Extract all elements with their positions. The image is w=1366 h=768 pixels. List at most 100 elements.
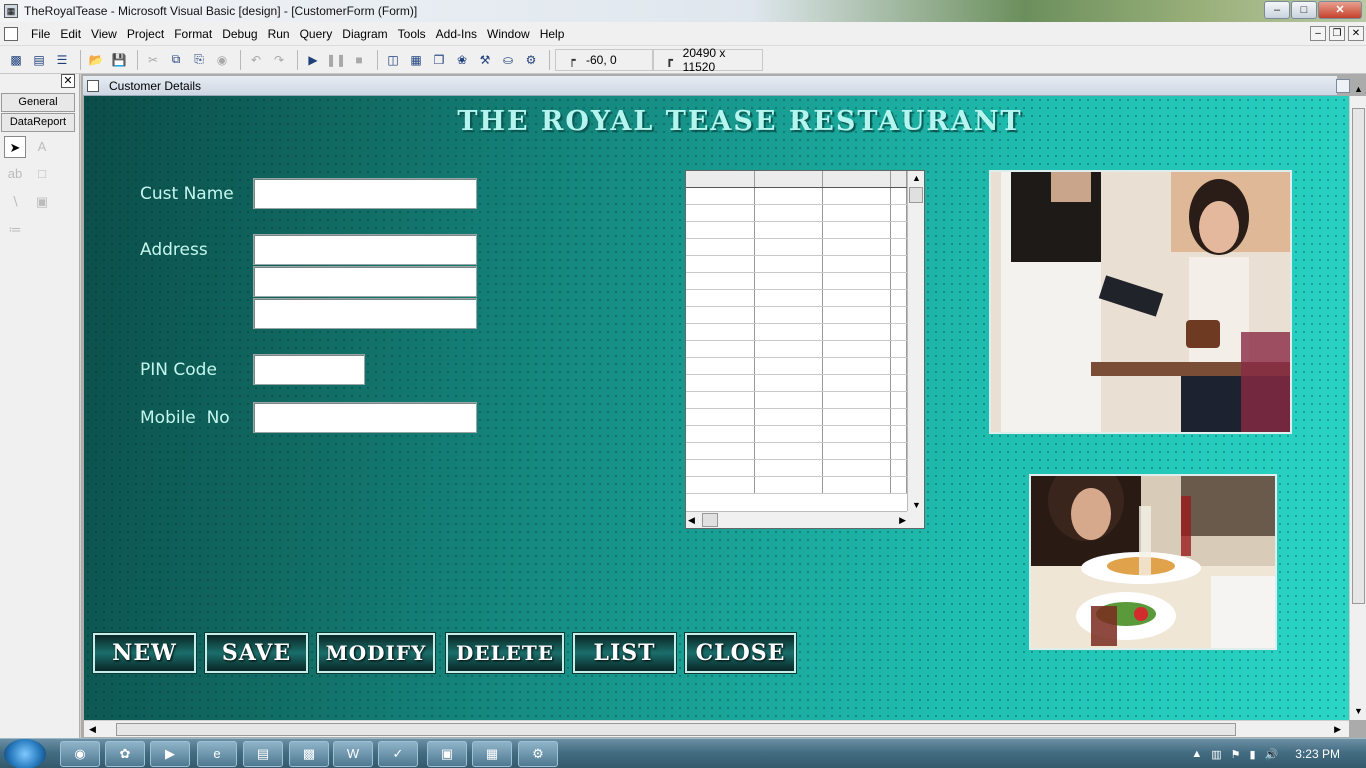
add-form-icon[interactable]: ▤ [29, 50, 49, 70]
explorer-task-icon[interactable]: ▤ [243, 741, 283, 767]
add-project-icon[interactable]: ▩ [6, 50, 26, 70]
copy-icon[interactable]: ⧉ [166, 50, 186, 70]
scroll-left-arrow-icon[interactable]: ◀ [688, 515, 695, 526]
image-tool-icon[interactable]: ▣ [31, 191, 53, 213]
grid-row[interactable] [686, 340, 907, 358]
internet-explorer-task-icon[interactable]: e [197, 741, 237, 767]
grid-row[interactable] [686, 255, 907, 273]
toolbox-tab-datareport[interactable]: DataReport [1, 113, 75, 132]
grid-horizontal-scrollbar[interactable]: ◀ ▶ [686, 511, 908, 528]
scroll-right-arrow-icon[interactable]: ▶ [899, 515, 906, 526]
window-task-icon[interactable]: ▩ [289, 741, 329, 767]
media-player-task-icon[interactable]: ▶ [150, 741, 190, 767]
close-window-button[interactable]: ✕ [1318, 1, 1362, 19]
minimize-button[interactable]: – [1264, 1, 1290, 19]
grid-row[interactable] [686, 238, 907, 256]
mdi-close-button[interactable]: ✕ [1348, 26, 1364, 41]
grid-row[interactable] [686, 306, 907, 324]
form-hscroll-thumb[interactable] [116, 723, 1236, 736]
customer-data-grid[interactable]: ▲ ▼ ◀ ▶ [685, 170, 925, 529]
new-button[interactable]: NEW [92, 632, 197, 674]
form-vscroll-thumb[interactable] [1352, 108, 1365, 604]
clock[interactable]: 3:23 PM [1295, 747, 1340, 761]
maximize-button[interactable]: □ [1291, 1, 1317, 19]
menu-view[interactable]: View [86, 27, 122, 41]
function-tool-icon[interactable]: ≔ [4, 219, 26, 241]
scroll-left-arrow-icon[interactable]: ◀ [89, 724, 96, 735]
address-line1-field[interactable] [253, 234, 477, 265]
menu-format[interactable]: Format [169, 27, 217, 41]
grid-row[interactable] [686, 476, 907, 494]
pointer-tool-icon[interactable]: ➤ [4, 136, 26, 158]
menu-query[interactable]: Query [295, 27, 338, 41]
end-icon[interactable]: ■ [349, 50, 369, 70]
grid-row[interactable] [686, 323, 907, 341]
grid-row[interactable] [686, 408, 907, 426]
scroll-up-arrow-icon[interactable]: ▲ [1354, 84, 1363, 94]
customer-form[interactable]: THE ROYAL TEASE RESTAURANT Cust Name Add… [84, 96, 1350, 720]
battery-icon[interactable]: ▮ [1250, 748, 1256, 761]
address-line3-field[interactable] [253, 298, 477, 329]
grid-header-cell[interactable] [754, 171, 823, 188]
menu-debug[interactable]: Debug [217, 27, 262, 41]
grid-header-cell[interactable] [686, 171, 755, 188]
component-manager-icon[interactable]: ⚙ [521, 50, 541, 70]
textbox-tool-icon[interactable]: ab [4, 163, 26, 185]
chrome-task-icon[interactable]: ◉ [60, 741, 100, 767]
grid-header-cell[interactable] [890, 171, 907, 188]
line-tool-icon[interactable]: ∖ [4, 191, 26, 213]
menu-window[interactable]: Window [482, 27, 535, 41]
save-button[interactable]: SAVE [204, 632, 309, 674]
save-project-icon[interactable]: 💾 [109, 50, 129, 70]
grid-row[interactable] [686, 374, 907, 392]
pin-code-field[interactable] [253, 354, 365, 385]
menu-project[interactable]: Project [122, 27, 169, 41]
cut-icon[interactable]: ✂ [143, 50, 163, 70]
list-button[interactable]: LIST [572, 632, 677, 674]
form-horizontal-scrollbar[interactable]: ◀ ▶ [84, 720, 1349, 737]
app-task-icon[interactable]: ⚙ [518, 741, 558, 767]
grid-row[interactable] [686, 272, 907, 290]
scroll-right-arrow-icon[interactable]: ▶ [1334, 724, 1341, 735]
start-icon[interactable]: ▶ [303, 50, 323, 70]
grid-header-cell[interactable] [822, 171, 891, 188]
data-view-icon[interactable]: ⛀ [498, 50, 518, 70]
grid-row[interactable] [686, 357, 907, 375]
menu-editor-icon[interactable]: ☰ [52, 50, 72, 70]
grid-row[interactable] [686, 204, 907, 222]
network-icon[interactable]: ▥ [1211, 748, 1221, 761]
paste-icon[interactable]: ⎘ [189, 50, 209, 70]
cust-name-field[interactable] [253, 178, 477, 209]
grid-vscroll-thumb[interactable] [909, 187, 923, 203]
modify-button[interactable]: MODIFY [316, 632, 436, 674]
menu-file[interactable]: File [26, 27, 55, 41]
object-browser-icon[interactable]: ❀ [452, 50, 472, 70]
toolbox-icon[interactable]: ⚒ [475, 50, 495, 70]
project-explorer-icon[interactable]: ◫ [383, 50, 403, 70]
toolbox-tab-general[interactable]: General [1, 93, 75, 112]
open-project-icon[interactable]: 📂 [86, 50, 106, 70]
show-hidden-icons-icon[interactable]: ▲ [1191, 748, 1202, 760]
undo-icon[interactable]: ↶ [246, 50, 266, 70]
menu-diagram[interactable]: Diagram [337, 27, 392, 41]
scroll-up-arrow-icon[interactable]: ▲ [912, 173, 921, 183]
grid-hscroll-thumb[interactable] [702, 513, 718, 527]
form-restore-button[interactable] [1336, 79, 1350, 93]
properties-window-icon[interactable]: ▦ [406, 50, 426, 70]
picture-task-icon[interactable]: ▦ [472, 741, 512, 767]
grid-row[interactable] [686, 425, 907, 443]
acrobat-task-icon[interactable]: ✓ [378, 741, 418, 767]
scroll-down-arrow-icon[interactable]: ▼ [912, 500, 921, 510]
close-form-button[interactable]: CLOSE [684, 632, 797, 674]
mobile-no-field[interactable] [253, 402, 477, 433]
delete-button[interactable]: DELETE [445, 632, 565, 674]
address-line2-field[interactable] [253, 266, 477, 297]
break-icon[interactable]: ❚❚ [326, 50, 346, 70]
label-tool-icon[interactable]: A [31, 136, 53, 158]
menu-tools[interactable]: Tools [393, 27, 431, 41]
scroll-down-arrow-icon[interactable]: ▼ [1354, 706, 1363, 716]
form-vertical-scrollbar[interactable]: ▲ ▼ [1349, 84, 1366, 720]
mdi-restore-button[interactable]: ❐ [1329, 26, 1345, 41]
grid-vertical-scrollbar[interactable]: ▲ ▼ [907, 171, 924, 512]
start-button[interactable] [4, 739, 46, 768]
